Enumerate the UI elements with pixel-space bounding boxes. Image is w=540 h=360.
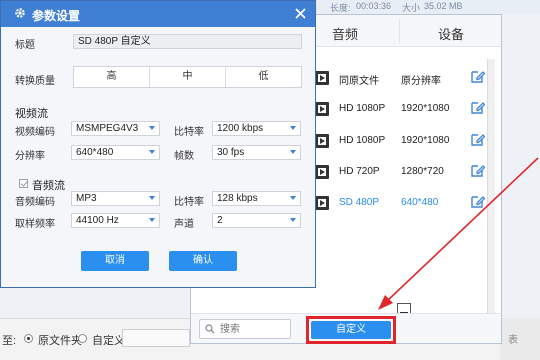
edit-icon[interactable] [470, 132, 485, 147]
format-name: HD 1080P [339, 135, 386, 146]
edit-icon[interactable] [470, 194, 485, 209]
chevron-down-icon [149, 150, 155, 154]
chevron-down-icon [290, 218, 296, 222]
chevron-down-icon [290, 126, 296, 130]
resolution-select[interactable]: 640*480 [71, 145, 160, 160]
radio-original-folder[interactable] [24, 334, 33, 343]
duration-value: 00:03:36 [356, 1, 392, 11]
chevron-down-icon [149, 196, 155, 200]
video-file-icon [315, 71, 329, 85]
format-panel-footer: 自定义 [191, 313, 501, 344]
quality-low-option[interactable]: 低 [226, 67, 301, 87]
video-codec-label: 视频编码 [15, 127, 55, 138]
format-name: 同原文件 [339, 76, 379, 87]
resolution-label: 分辨率 [15, 151, 45, 162]
edit-icon[interactable] [470, 163, 485, 178]
title-field[interactable]: SD 480P 自定义 [73, 34, 302, 49]
search-input[interactable] [220, 322, 288, 336]
output-to-label: 至: [2, 335, 17, 347]
samplerate-select[interactable]: 44100 Hz [71, 213, 160, 228]
output-path-field[interactable] [122, 329, 190, 347]
search-icon [205, 324, 215, 334]
video-bitrate-select[interactable]: 1200 kbps [212, 121, 301, 136]
close-icon[interactable] [294, 7, 307, 20]
quality-label: 转换质量 [15, 76, 55, 87]
params-dialog: 参数设置 标题 SD 480P 自定义 转换质量 高 中 低 视频流 视频编码 … [0, 0, 316, 288]
header-divider [399, 19, 400, 43]
chevron-down-icon [149, 218, 155, 222]
search-box[interactable] [199, 319, 291, 339]
framerate-label: 帧数 [174, 151, 194, 162]
video-bitrate-label: 比特率 [174, 127, 204, 138]
format-name: HD 1080P [339, 103, 386, 114]
format-resolution: 原分辨率 [401, 76, 441, 87]
format-list-scrollbar[interactable] [487, 59, 495, 319]
video-file-icon [315, 165, 329, 179]
confirm-button[interactable]: 确认 [169, 251, 237, 271]
audio-codec-select[interactable]: MP3 [71, 191, 160, 206]
quality-selector: 高 中 低 [73, 66, 302, 88]
format-resolution: 1280*720 [401, 166, 444, 177]
samplerate-value: 44100 Hz [76, 215, 119, 226]
cancel-button[interactable]: 取消 [81, 251, 149, 271]
video-codec-value: MSMPEG4V3 [76, 123, 139, 134]
bottom-right-area: 表 [500, 318, 540, 360]
size-label: 大小 [402, 3, 421, 13]
video-file-icon [315, 102, 329, 116]
dialog-title-bar: 参数设置 [1, 1, 315, 27]
channel-value: 2 [217, 215, 223, 226]
chevron-down-icon [290, 196, 296, 200]
audio-bitrate-value: 128 kbps [217, 193, 258, 204]
edit-icon[interactable] [470, 100, 485, 115]
audio-codec-label: 音频编码 [15, 197, 55, 208]
audio-bitrate-select[interactable]: 128 kbps [212, 191, 301, 206]
channel-select[interactable]: 2 [212, 213, 301, 228]
option-custom-folder[interactable]: 自定义 [92, 332, 125, 348]
gear-icon [15, 8, 25, 18]
bottom-right-text: 表 [508, 335, 518, 346]
edit-icon[interactable] [470, 69, 485, 84]
channel-label: 声道 [174, 219, 194, 230]
quality-medium-option[interactable]: 中 [150, 67, 226, 87]
format-resolution: 640*480 [401, 197, 439, 208]
size-value: 35.02 MB [424, 1, 463, 11]
media-info-bar: 长度: 00:03:36 大小 35.02 MB [316, 0, 540, 14]
quality-high-option[interactable]: 高 [74, 67, 150, 87]
custom-button[interactable]: 自定义 [311, 321, 391, 339]
resolution-value: 640*480 [76, 147, 114, 158]
chevron-down-icon [290, 150, 296, 154]
format-name: HD 720P [339, 166, 380, 177]
audio-bitrate-label: 比特率 [174, 197, 204, 208]
tab-audio[interactable]: 音频 [332, 24, 358, 43]
video-codec-select[interactable]: MSMPEG4V3 [71, 121, 160, 136]
chevron-down-icon [149, 126, 155, 130]
framerate-value: 30 fps [217, 147, 245, 158]
video-section-title: 视频流 [15, 108, 48, 120]
title-label: 标题 [15, 40, 35, 51]
audio-stream-checkbox[interactable] [19, 179, 28, 188]
length-label: 长度: [330, 3, 351, 13]
format-resolution: 1920*1080 [401, 103, 450, 114]
video-file-icon [315, 196, 329, 210]
dialog-title: 参数设置 [32, 9, 81, 23]
option-original-folder[interactable]: 原文件夹 [38, 332, 82, 348]
tab-device[interactable]: 设备 [438, 24, 464, 43]
video-file-icon [315, 134, 329, 148]
video-bitrate-value: 1200 kbps [217, 123, 264, 134]
samplerate-label: 取样频率 [15, 219, 55, 230]
framerate-select[interactable]: 30 fps [212, 145, 301, 160]
format-resolution: 1920*1080 [401, 135, 450, 146]
radio-custom-folder[interactable] [78, 334, 87, 343]
audio-codec-value: MP3 [76, 193, 97, 204]
format-name: SD 480P [339, 197, 380, 208]
audio-section-title: 音频流 [32, 180, 65, 192]
